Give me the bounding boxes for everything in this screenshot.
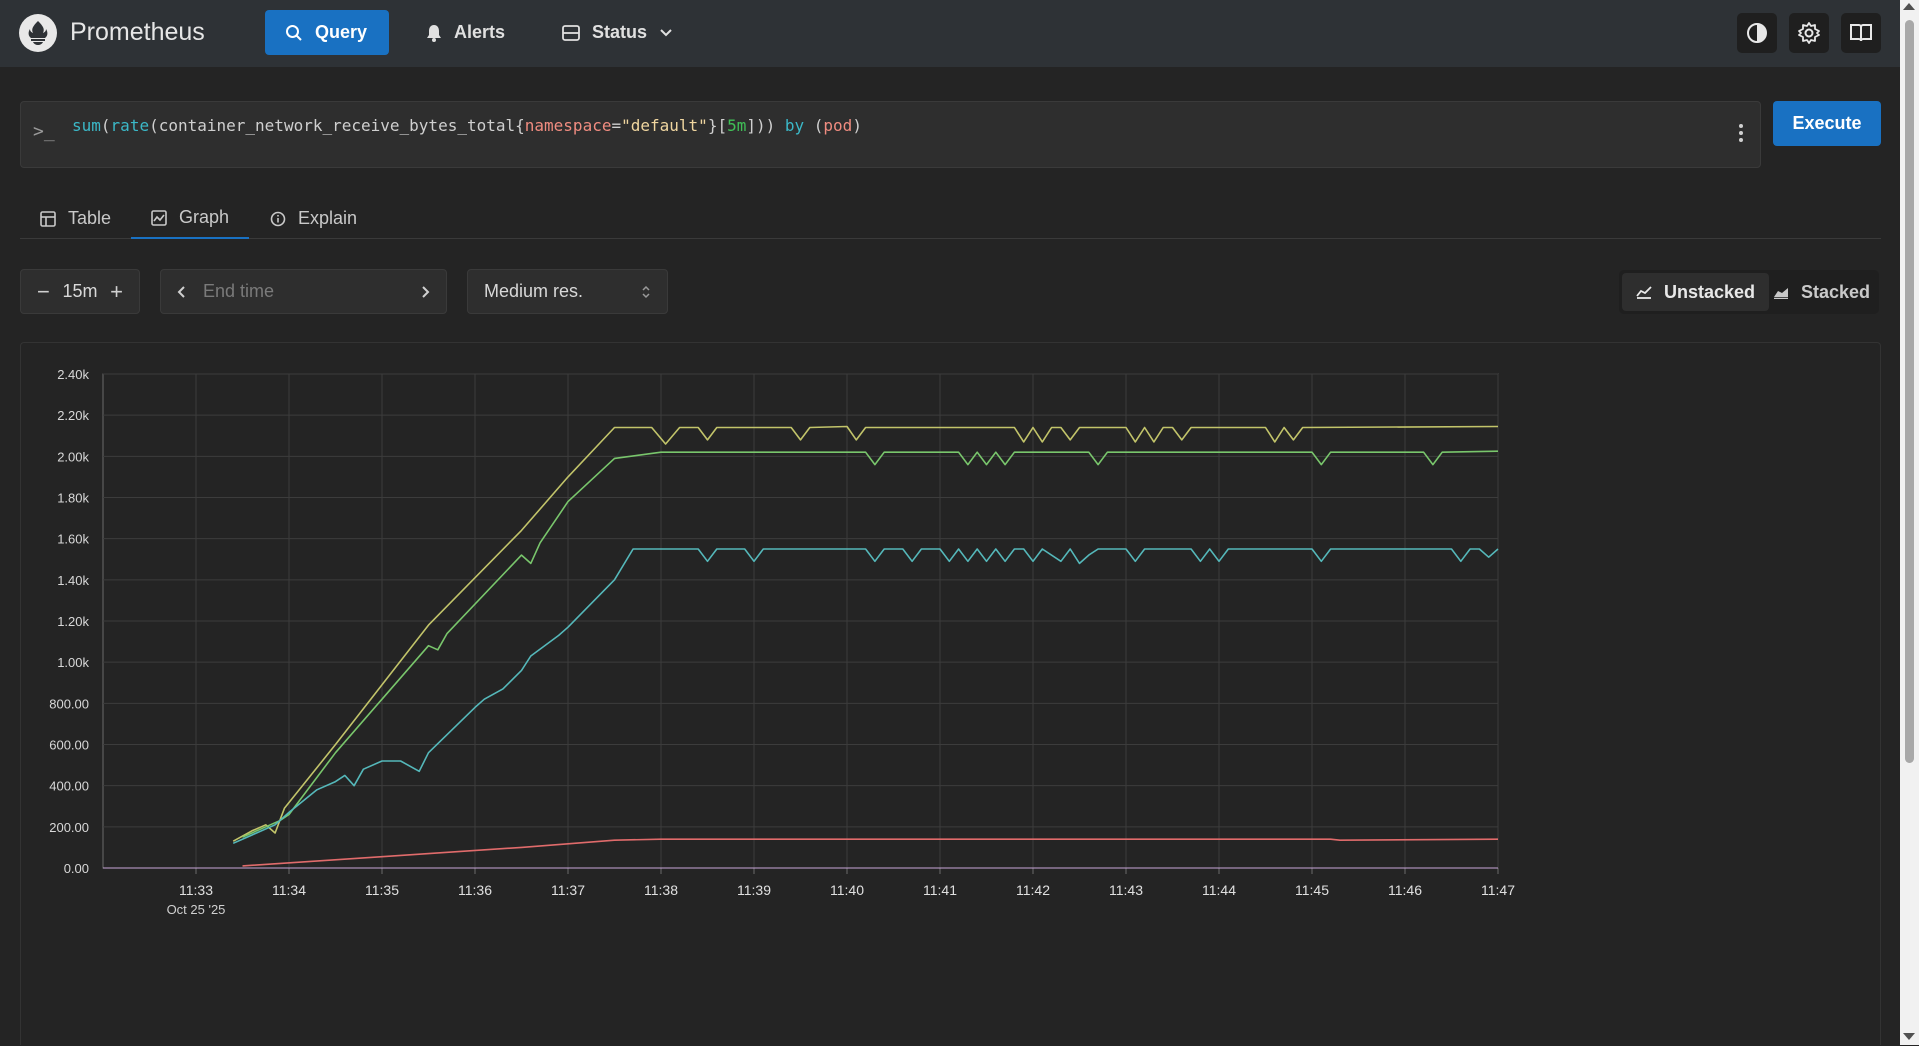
range-stepper: − 15m + bbox=[20, 269, 140, 314]
resolution-value: Medium res. bbox=[484, 281, 584, 301]
gear-icon bbox=[1798, 22, 1820, 44]
y-tick-label: 800.00 bbox=[49, 696, 89, 711]
theme-toggle-icon bbox=[1747, 23, 1767, 43]
execute-button[interactable]: Execute bbox=[1773, 101, 1881, 146]
resolution-select[interactable]: Medium res. bbox=[467, 269, 668, 314]
x-tick-label: 11:42 bbox=[1016, 882, 1050, 898]
range-value[interactable]: 15m bbox=[62, 281, 97, 302]
end-time-picker: End time bbox=[160, 269, 447, 314]
series-line-3 bbox=[232, 548, 1499, 845]
x-tick-label: 11:44 bbox=[1202, 882, 1236, 898]
scroll-up-arrow-icon[interactable] bbox=[1903, 3, 1915, 10]
query-expression[interactable]: sum(rate(container_network_receive_bytes… bbox=[72, 116, 862, 135]
x-tick-label: 11:36 bbox=[458, 882, 492, 898]
series-line-4 bbox=[242, 838, 1499, 867]
nav-status-label: Status bbox=[592, 22, 648, 42]
line-chart-icon bbox=[1636, 286, 1652, 299]
nav-query-label: Query bbox=[315, 22, 368, 42]
x-tick-label: 11:43 bbox=[1109, 882, 1143, 898]
tab-table[interactable]: Table bbox=[20, 198, 131, 239]
y-tick-label: 2.40k bbox=[57, 367, 89, 382]
page-scrollbar-thumb[interactable] bbox=[1905, 20, 1914, 763]
tab-graph[interactable]: Graph bbox=[131, 198, 250, 239]
x-tick-label: 11:34 bbox=[272, 882, 306, 898]
x-tick-label: 11:46 bbox=[1388, 882, 1422, 898]
y-tick-label: 0.00 bbox=[64, 861, 89, 876]
scroll-down-arrow-icon[interactable] bbox=[1903, 1033, 1915, 1040]
x-tick-label: 11:37 bbox=[551, 882, 585, 898]
settings-button[interactable] bbox=[1789, 13, 1829, 53]
y-tick-label: 1.60k bbox=[57, 532, 89, 547]
y-tick-label: 1.40k bbox=[57, 573, 89, 588]
query-options-menu-icon[interactable] bbox=[1739, 124, 1743, 142]
tab-table-label: Table bbox=[68, 208, 112, 228]
search-icon bbox=[286, 24, 302, 41]
bell-icon bbox=[427, 24, 441, 42]
x-tick-label: 11:33 bbox=[179, 882, 213, 898]
top-navbar: Prometheus Query Alerts Status bbox=[0, 0, 1900, 67]
y-tick-label: 400.00 bbox=[49, 779, 89, 794]
area-chart-icon bbox=[1774, 288, 1788, 299]
x-tick-label: 11:47 bbox=[1481, 882, 1515, 898]
server-icon bbox=[562, 24, 580, 41]
stacked-label: Stacked bbox=[1801, 281, 1871, 302]
y-tick-label: 1.00k bbox=[57, 655, 89, 670]
terminal-prompt-icon: >_ bbox=[33, 121, 55, 142]
series-line-2 bbox=[242, 450, 1499, 838]
x-tick-label: 11:35 bbox=[365, 882, 399, 898]
tab-graph-label: Graph bbox=[179, 207, 230, 227]
end-time-input[interactable]: End time bbox=[203, 281, 420, 302]
series-line-1 bbox=[232, 425, 1499, 842]
x-tick-label: 11:38 bbox=[644, 882, 678, 898]
prometheus-logo-icon[interactable] bbox=[19, 14, 57, 52]
stacked-button[interactable]: Stacked bbox=[1759, 273, 1884, 311]
unstacked-button[interactable]: Unstacked bbox=[1622, 273, 1770, 311]
nav-query-button[interactable]: Query bbox=[265, 10, 389, 55]
select-chevrons-icon bbox=[642, 285, 650, 298]
range-increase-button[interactable]: + bbox=[110, 279, 123, 305]
tab-explain-label: Explain bbox=[298, 208, 358, 228]
x-date-label: Oct 25 '25 bbox=[167, 902, 226, 917]
y-tick-label: 2.00k bbox=[57, 449, 89, 464]
chevron-down-icon bbox=[660, 28, 672, 36]
nav-alerts-label: Alerts bbox=[454, 22, 506, 42]
brand-title[interactable]: Prometheus bbox=[70, 18, 205, 47]
docs-button[interactable] bbox=[1841, 13, 1881, 53]
x-tick-label: 11:40 bbox=[830, 882, 864, 898]
theme-toggle-button[interactable] bbox=[1737, 13, 1777, 53]
chevron-right-icon[interactable] bbox=[420, 285, 430, 299]
graph-panel: 0.00 200.00 400.00 600.00 800.00 1.00k 1.20k 1.… bbox=[20, 342, 1881, 1045]
x-tick-label: 11:45 bbox=[1295, 882, 1329, 898]
query-editor[interactable]: >_ sum(rate(container_network_receive_by… bbox=[20, 101, 1761, 168]
y-tick-label: 1.80k bbox=[57, 491, 89, 506]
info-icon bbox=[270, 211, 286, 226]
graph-icon bbox=[151, 209, 167, 226]
y-tick-label: 200.00 bbox=[49, 820, 89, 835]
nav-alerts-button[interactable]: Alerts bbox=[406, 10, 525, 55]
x-tick-label: 11:39 bbox=[737, 882, 771, 898]
y-tick-label: 1.20k bbox=[57, 614, 89, 629]
x-tick-label: 11:41 bbox=[923, 882, 957, 898]
stack-mode-toggle: Unstacked Stacked bbox=[1619, 270, 1879, 314]
nav-status-button[interactable]: Status bbox=[542, 10, 693, 55]
book-icon bbox=[1850, 24, 1872, 42]
y-tick-label: 600.00 bbox=[49, 738, 89, 753]
y-tick-label: 2.20k bbox=[57, 408, 89, 423]
unstacked-label: Unstacked bbox=[1664, 281, 1756, 302]
chevron-left-icon[interactable] bbox=[177, 285, 187, 299]
table-icon bbox=[40, 210, 56, 227]
result-tabs: Table Graph Explain bbox=[20, 198, 1881, 239]
range-decrease-button[interactable]: − bbox=[37, 279, 50, 305]
tab-explain[interactable]: Explain bbox=[250, 198, 377, 239]
time-series-chart[interactable]: 0.00 200.00 400.00 600.00 800.00 1.00k 1.20k 1.… bbox=[21, 343, 1880, 1046]
